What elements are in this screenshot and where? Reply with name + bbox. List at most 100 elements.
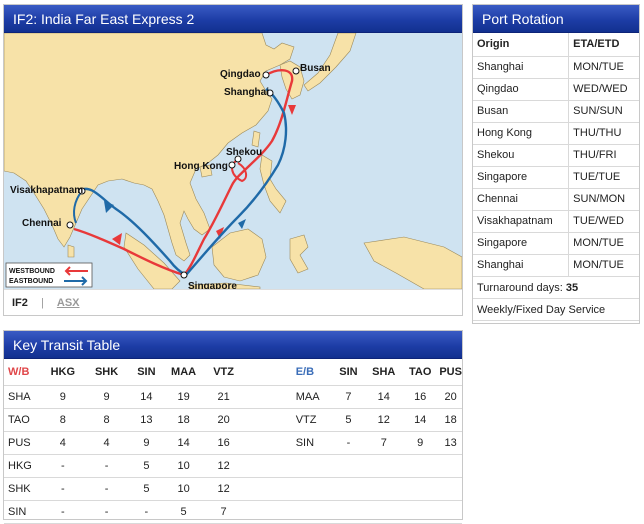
route-map: Qingdao Busan Shanghai Shekou Hong Kong … bbox=[4, 33, 462, 289]
rotation-port: Busan bbox=[473, 100, 569, 123]
wb-origin: SIN bbox=[4, 500, 41, 524]
rotation-port: Singapore bbox=[473, 232, 569, 255]
rotation-port: Visakhapatnam bbox=[473, 210, 569, 233]
land-srilanka bbox=[67, 244, 75, 258]
rotation-days: WED/WED bbox=[568, 78, 639, 101]
rotation-days: THU/FRI bbox=[568, 144, 639, 167]
rotation-port: Chennai bbox=[473, 188, 569, 211]
wb-cell: - bbox=[84, 500, 129, 524]
eb-cell bbox=[401, 477, 440, 501]
port-label-shekou: Shekou bbox=[226, 147, 262, 158]
header-origin: Origin bbox=[473, 33, 569, 57]
transit-header-row: W/B HKG SHK SIN MAA VTZ E/B SIN SHA TAO … bbox=[4, 359, 462, 386]
eb-origin bbox=[285, 454, 331, 478]
transit-row: SHA 9 9 14 19 21 MAA 7 14 16 20 bbox=[4, 385, 462, 409]
eb-cell: 13 bbox=[439, 431, 462, 455]
port-label-singapore: Singapore bbox=[188, 281, 237, 289]
wb-cell: 14 bbox=[128, 385, 165, 409]
eb-origin: SIN bbox=[285, 431, 331, 455]
transit-row: HKG - - 5 10 12 bbox=[4, 454, 462, 478]
eb-cell: - bbox=[330, 431, 367, 455]
rotation-row: Singapore MON/TUE bbox=[473, 232, 639, 255]
transit-row: TAO 8 8 13 18 20 VTZ 5 12 14 18 bbox=[4, 408, 462, 432]
header-eta-etd: ETA/ETD bbox=[568, 33, 639, 57]
port-rotation-panel: Port Rotation Origin ETA/ETD Shanghai MON… bbox=[472, 4, 640, 324]
eb-cell: 7 bbox=[366, 431, 402, 455]
wb-cell: 21 bbox=[202, 385, 245, 409]
wb-cell: 4 bbox=[84, 431, 129, 455]
wb-cell: 7 bbox=[202, 500, 245, 524]
port-label-hongkong: Hong Kong bbox=[174, 161, 228, 172]
rotation-days: SUN/MON bbox=[568, 188, 639, 211]
rotation-row: Visakhapatnam TUE/WED bbox=[473, 210, 639, 233]
eb-origin bbox=[285, 500, 331, 524]
wb-header-col: MAA bbox=[164, 359, 203, 386]
wb-cell: 5 bbox=[128, 454, 165, 478]
wb-cell: 5 bbox=[164, 500, 203, 524]
rotation-port: Singapore bbox=[473, 166, 569, 189]
eb-cell bbox=[366, 477, 402, 501]
rotation-port: Hong Kong bbox=[473, 122, 569, 145]
eb-cell bbox=[330, 477, 367, 501]
port-marker-singapore bbox=[180, 271, 188, 279]
route-legend: WESTBOUND EASTBOUND bbox=[5, 262, 93, 288]
tab-if2[interactable]: IF2 bbox=[12, 297, 28, 309]
eb-header-col: SHA bbox=[366, 359, 402, 386]
legend-westbound-label: WESTBOUND bbox=[9, 268, 55, 275]
rotation-days: THU/THU bbox=[568, 122, 639, 145]
wb-cell: 16 bbox=[202, 431, 245, 455]
rotation-row: Shekou THU/FRI bbox=[473, 144, 639, 167]
port-label-shanghai: Shanghai bbox=[224, 87, 269, 98]
eb-header-col: PUS bbox=[439, 359, 462, 386]
port-marker-qingdao bbox=[262, 71, 270, 79]
eb-origin: VTZ bbox=[285, 408, 331, 432]
tab-asx-link[interactable]: ASX bbox=[57, 297, 80, 309]
wb-origin: SHK bbox=[4, 477, 41, 501]
wb-cell: 12 bbox=[202, 477, 245, 501]
service-frequency-note: Weekly/Fixed Day Service bbox=[473, 299, 639, 321]
eb-cell bbox=[366, 500, 402, 524]
eb-cell: 18 bbox=[439, 408, 462, 432]
key-transit-table: W/B HKG SHK SIN MAA VTZ E/B SIN SHA TAO … bbox=[4, 359, 462, 524]
transit-row: PUS 4 4 9 14 16 SIN - 7 9 13 bbox=[4, 431, 462, 455]
eb-header-col: SIN bbox=[330, 359, 367, 386]
port-rotation-header-row: Origin ETA/ETD bbox=[473, 33, 639, 57]
service-map-panel: IF2: India Far East Express 2 Qingdao Bu… bbox=[3, 4, 463, 316]
tab-separator: | bbox=[40, 297, 44, 309]
port-label-chennai: Chennai bbox=[22, 218, 62, 229]
wb-header-direction: W/B bbox=[4, 359, 41, 386]
wb-cell: 4 bbox=[40, 431, 85, 455]
wb-cell: 20 bbox=[202, 408, 245, 432]
wb-cell: 14 bbox=[164, 431, 203, 455]
port-marker-busan bbox=[292, 67, 300, 75]
eb-cell: 16 bbox=[401, 385, 440, 409]
eb-cell: 14 bbox=[366, 385, 402, 409]
port-marker-chennai bbox=[66, 221, 74, 229]
wb-cell: 18 bbox=[164, 408, 203, 432]
wb-cell: 10 bbox=[164, 454, 203, 478]
wb-origin: SHA bbox=[4, 385, 41, 409]
eb-cell bbox=[439, 477, 462, 501]
turnaround-days: Turnaround days: 35 bbox=[473, 277, 639, 299]
route-map-svg: Qingdao Busan Shanghai Shekou Hong Kong … bbox=[4, 33, 462, 289]
eb-cell bbox=[330, 500, 367, 524]
eb-cell bbox=[439, 500, 462, 524]
eb-cell bbox=[439, 454, 462, 478]
key-transit-title: Key Transit Table bbox=[4, 331, 462, 359]
rotation-days: SUN/SUN bbox=[568, 100, 639, 123]
wb-header-col: SIN bbox=[128, 359, 165, 386]
wb-cell: - bbox=[128, 500, 165, 524]
service-tabs: IF2 | ASX bbox=[4, 289, 462, 315]
transit-row: SHK - - 5 10 12 bbox=[4, 477, 462, 501]
rotation-port: Qingdao bbox=[473, 78, 569, 101]
rotation-port: Shanghai bbox=[473, 56, 569, 79]
rotation-row: Shanghai MON/TUE bbox=[473, 254, 639, 277]
eb-cell: 12 bbox=[366, 408, 402, 432]
rotation-port: Shekou bbox=[473, 144, 569, 167]
rotation-row: Qingdao WED/WED bbox=[473, 78, 639, 101]
legend-eastbound-label: EASTBOUND bbox=[9, 278, 53, 285]
turnaround-value: 35 bbox=[565, 281, 579, 294]
eb-origin: MAA bbox=[285, 385, 331, 409]
wb-origin: PUS bbox=[4, 431, 41, 455]
eb-cell bbox=[401, 454, 440, 478]
